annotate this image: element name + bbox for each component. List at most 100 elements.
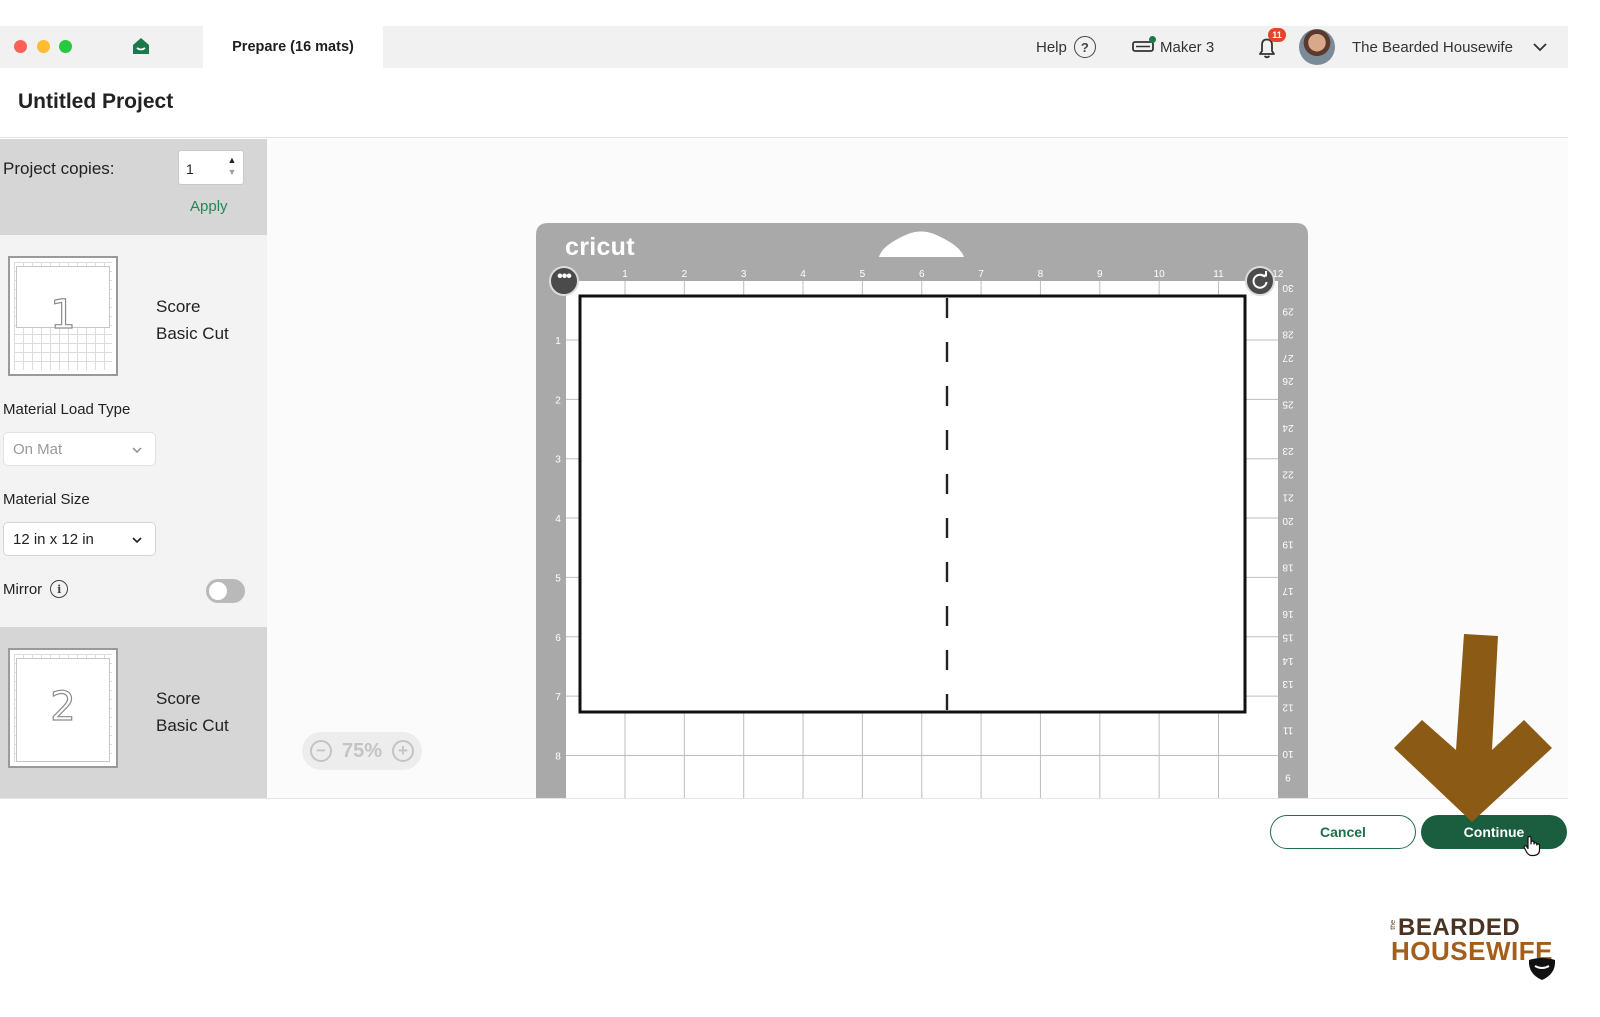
right-ruler-label: 24 xyxy=(1282,422,1294,433)
mat-sidebar: Project copies: 1 ▲ ▼ Apply 1 Score Basi… xyxy=(0,139,267,798)
material-size-label: Material Size xyxy=(3,491,90,508)
top-ruler-label: 1 xyxy=(622,269,628,280)
right-ruler-label: 21 xyxy=(1282,492,1294,503)
help-button[interactable]: Help ? xyxy=(1036,26,1096,68)
top-ruler-label: 9 xyxy=(1097,269,1103,280)
mat-list-item[interactable]: 1 Score Basic Cut xyxy=(0,235,267,376)
hand-cursor-icon xyxy=(1523,835,1541,857)
right-ruler-label: 10 xyxy=(1282,748,1294,759)
top-ruler-label: 11 xyxy=(1213,269,1224,280)
title-bar: Prepare (16 mats) Help ? Maker 3 11 The … xyxy=(0,26,1568,68)
minimize-window-button[interactable] xyxy=(37,40,50,53)
info-icon[interactable]: i xyxy=(50,580,69,598)
cricut-logo: cricut xyxy=(565,233,635,261)
right-ruler-label: 12 xyxy=(1282,701,1294,712)
right-ruler-label: 9 xyxy=(1285,771,1291,782)
right-ruler-label: 23 xyxy=(1282,445,1294,456)
tab-prepare[interactable]: Prepare (16 mats) xyxy=(203,26,383,68)
logo-small-text: the xyxy=(1390,920,1397,930)
top-ruler-label: 7 xyxy=(978,269,984,280)
right-ruler-label: 25 xyxy=(1282,399,1294,410)
left-ruler-label: 2 xyxy=(555,395,561,406)
project-copies-input[interactable]: 1 ▲ ▼ xyxy=(178,150,244,185)
top-ruler-label: 2 xyxy=(682,269,688,280)
mat-operation-cut: Basic Cut xyxy=(156,716,229,735)
project-copies-value: 1 xyxy=(186,161,194,177)
right-ruler-label: 19 xyxy=(1282,538,1294,549)
chevron-down-icon xyxy=(132,537,142,544)
stepper-up-icon[interactable]: ▲ xyxy=(227,154,237,166)
left-ruler-label: 8 xyxy=(555,751,561,762)
cutting-mat-graphic: 1 2 3 4 5 6 7 8 9 10 11 121234567830292827262524232… xyxy=(536,223,1308,798)
top-ruler-label: 3 xyxy=(741,269,747,280)
top-ruler-label: 6 xyxy=(919,269,925,280)
mat-number: 1 xyxy=(50,291,77,338)
notification-badge: 11 xyxy=(1268,28,1286,42)
cutting-mat: 1 2 3 4 5 6 7 8 9 10 11 12 1 2 3 4 5 6 7 8 30 29 28 27 26 25 24 23 2… xyxy=(536,223,1308,798)
right-ruler-label: 29 xyxy=(1282,305,1294,316)
mat-thumbnail[interactable]: 1 xyxy=(8,256,118,376)
right-ruler-label: 27 xyxy=(1282,352,1294,363)
help-label: Help xyxy=(1036,38,1067,56)
zoom-out-icon[interactable]: − xyxy=(310,740,332,762)
left-ruler-label: 3 xyxy=(555,455,561,466)
apply-button[interactable]: Apply xyxy=(190,198,228,215)
zoom-control: − 75% + xyxy=(302,732,422,770)
chevron-down-icon xyxy=(132,447,142,453)
project-copies-section: Project copies: 1 ▲ ▼ Apply xyxy=(0,139,267,235)
material-load-type-value: On Mat xyxy=(13,441,63,458)
mat-operation-score: Score xyxy=(156,689,201,708)
home-icon[interactable] xyxy=(131,36,151,56)
right-ruler-label: 17 xyxy=(1282,585,1294,596)
mat-thumbnail[interactable]: 2 xyxy=(8,648,118,768)
right-ruler-label: 20 xyxy=(1282,515,1294,526)
right-ruler-label: 15 xyxy=(1282,632,1294,643)
material-load-type-select[interactable]: On Mat xyxy=(3,432,156,466)
help-icon: ? xyxy=(1073,36,1096,58)
zoom-window-button[interactable] xyxy=(59,40,72,53)
zoom-level: 75% xyxy=(341,739,383,762)
project-header: Untitled Project xyxy=(0,68,1568,138)
left-ruler-label: 1 xyxy=(555,336,561,347)
top-ruler-label: 4 xyxy=(800,269,806,280)
right-ruler-label: 26 xyxy=(1282,375,1294,386)
top-ruler-label: 8 xyxy=(1038,269,1044,280)
left-ruler-label: 6 xyxy=(555,633,561,644)
project-copies-label: Project copies: xyxy=(3,159,115,178)
material-size-value: 12 in x 12 in xyxy=(13,531,94,548)
stepper-down-icon[interactable]: ▼ xyxy=(227,166,237,178)
mirror-toggle[interactable] xyxy=(206,579,245,603)
left-ruler-label: 5 xyxy=(555,573,561,584)
right-ruler-label: 28 xyxy=(1282,329,1294,340)
user-name[interactable]: The Bearded Housewife xyxy=(1352,26,1513,68)
mat-number: 2 xyxy=(50,683,77,730)
top-ruler-label: 5 xyxy=(860,269,866,280)
right-ruler-label: 18 xyxy=(1282,562,1294,573)
right-ruler-label: 11 xyxy=(1282,725,1293,736)
mat-list-item[interactable]: 2 Score Basic Cut xyxy=(0,627,267,798)
material-size-select[interactable]: 12 in x 12 in xyxy=(3,522,156,556)
close-window-button[interactable] xyxy=(14,40,27,53)
mirror-label-group: Mirror i xyxy=(3,580,69,598)
chevron-down-icon[interactable] xyxy=(1531,38,1549,56)
right-ruler-label: 16 xyxy=(1282,608,1294,619)
copies-stepper[interactable]: ▲ ▼ xyxy=(227,154,237,182)
avatar[interactable] xyxy=(1299,29,1335,65)
left-ruler-label: 4 xyxy=(555,514,561,525)
page-title: Untitled Project xyxy=(18,90,174,113)
machine-selector[interactable]: Maker 3 xyxy=(1132,26,1214,68)
mat-operation-score: Score xyxy=(156,297,201,316)
mirror-label: Mirror xyxy=(3,580,43,598)
material-load-type-label: Material Load Type xyxy=(3,401,131,418)
beard-icon xyxy=(1528,958,1556,980)
right-ruler-label: 14 xyxy=(1282,655,1294,666)
right-ruler-label: 22 xyxy=(1282,468,1294,479)
rotate-icon[interactable] xyxy=(1245,266,1275,296)
machine-icon xyxy=(1132,36,1156,54)
zoom-in-icon[interactable]: + xyxy=(392,740,414,762)
mat-options-button[interactable]: ••• xyxy=(549,266,579,296)
right-ruler-label: 30 xyxy=(1282,282,1294,293)
left-ruler-label: 7 xyxy=(555,692,561,703)
annotation-arrow-icon xyxy=(1394,634,1552,822)
top-ruler-label: 10 xyxy=(1154,269,1166,280)
